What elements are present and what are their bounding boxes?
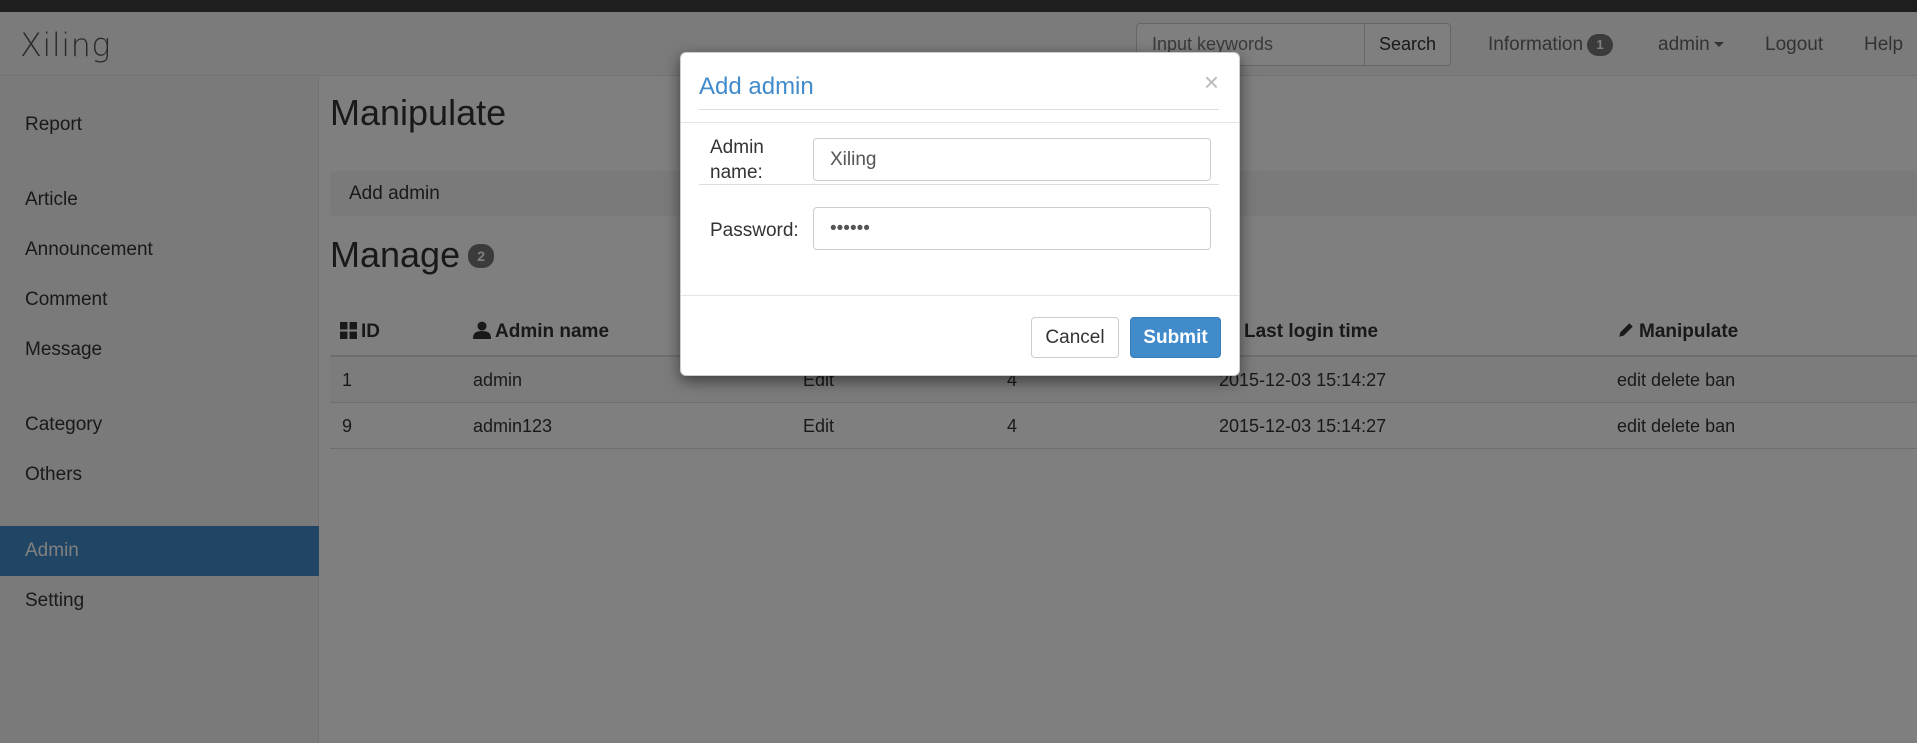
cancel-button[interactable]: Cancel [1031,317,1119,358]
password-label: Password: [710,220,799,241]
modal-footer: Cancel Submit [681,295,1239,375]
admin-name-field[interactable] [813,138,1211,181]
modal-body: Admin name: Password: [681,109,1239,308]
submit-button[interactable]: Submit [1130,317,1221,358]
admin-name-label: Admin name: [710,137,764,183]
password-field[interactable] [813,207,1211,250]
form-divider [699,109,1219,110]
add-admin-modal: Add admin × Admin name: Password: Cancel… [680,52,1240,376]
close-icon[interactable]: × [1204,69,1219,95]
modal-header: Add admin × [681,53,1239,123]
form-divider [699,184,1219,185]
modal-title: Add admin [699,73,814,100]
